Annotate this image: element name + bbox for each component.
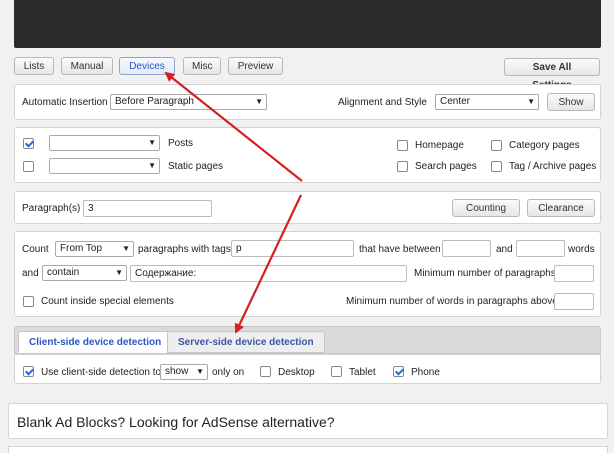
annotation-arrows — [164, 71, 303, 334]
arrow-to-devices — [164, 71, 303, 182]
arrow-to-server-tab — [234, 194, 302, 334]
